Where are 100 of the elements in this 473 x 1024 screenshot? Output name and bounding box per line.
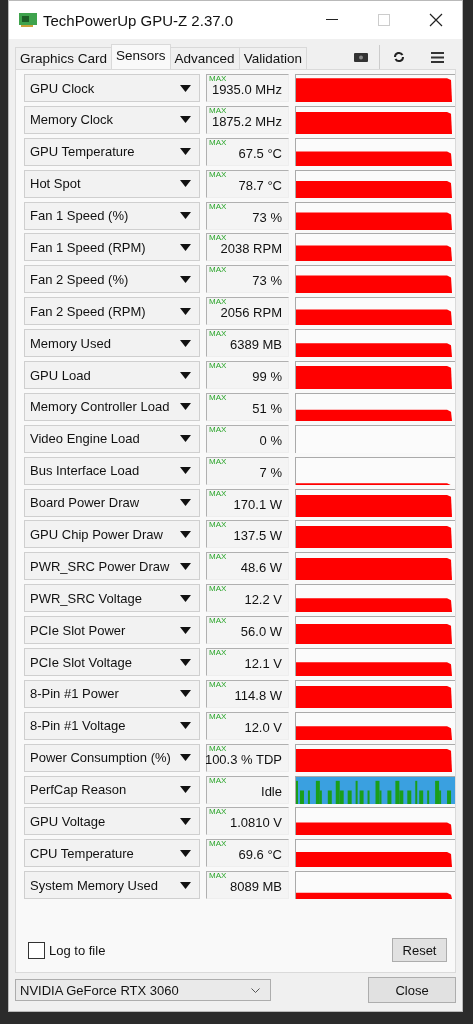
sensor-value: 12.2 V bbox=[244, 592, 282, 608]
sensor-value: 51 % bbox=[252, 400, 282, 416]
caret-icon bbox=[180, 818, 191, 825]
caret-icon bbox=[180, 467, 191, 475]
max-label: MAX bbox=[209, 362, 227, 370]
sensor-value: 48.6 W bbox=[240, 560, 282, 576]
sensor-dropdown[interactable]: PerfCap Reason bbox=[24, 775, 200, 804]
sensor-value: 1.0810 V bbox=[229, 815, 282, 831]
close-dialog-button[interactable]: Close bbox=[368, 977, 456, 1003]
max-label: MAX bbox=[209, 617, 227, 626]
gpu-select[interactable]: NVIDIA GeForce RTX 3060 bbox=[15, 979, 271, 1001]
sensor-dropdown[interactable]: PCIe Slot Voltage bbox=[24, 648, 200, 677]
max-label: MAX bbox=[209, 680, 227, 689]
camera-icon bbox=[353, 52, 368, 62]
caret-icon bbox=[180, 530, 191, 538]
sensor-dropdown[interactable]: Video Engine Load bbox=[24, 424, 200, 453]
sensor-value: 8089 MB bbox=[229, 879, 282, 895]
sensor-value: 78.7 °C bbox=[238, 177, 282, 193]
max-label: MAX bbox=[209, 393, 227, 402]
chevron-icon bbox=[251, 987, 260, 993]
max-label: MAX bbox=[209, 712, 227, 721]
sensor-dropdown[interactable]: Fan 2 Speed (%) bbox=[24, 265, 200, 294]
max-label: MAX bbox=[209, 138, 227, 147]
caret-icon bbox=[180, 499, 191, 507]
sensor-dropdown[interactable]: PCIe Slot Power bbox=[24, 616, 200, 645]
sensor-dropdown[interactable]: System Memory Used bbox=[24, 871, 200, 900]
caret-icon bbox=[180, 754, 191, 762]
sensor-dropdown[interactable]: Memory Used bbox=[24, 329, 200, 358]
sensor-value: 56.0 W bbox=[240, 624, 282, 640]
sensor-dropdown[interactable]: GPU Temperature bbox=[24, 137, 200, 166]
caret-icon bbox=[180, 658, 191, 666]
sensor-dropdown[interactable]: PWR_SRC Power Draw bbox=[24, 552, 200, 581]
max-label: MAX bbox=[209, 425, 227, 434]
sensor-dropdown[interactable]: GPU Load bbox=[24, 361, 200, 389]
log-checkbox[interactable]: Log to file bbox=[28, 941, 106, 959]
sensor-dropdown[interactable]: Hot Spot bbox=[24, 169, 200, 198]
sensor-value: 73 % bbox=[252, 273, 282, 289]
sensor-dropdown[interactable]: GPU Chip Power Draw bbox=[24, 520, 200, 549]
sensor-value: 73 % bbox=[252, 209, 282, 225]
sensor-value: 1935.0 MHz bbox=[211, 82, 282, 97]
max-label: MAX bbox=[209, 553, 227, 562]
sensor-dropdown[interactable]: GPU Clock bbox=[24, 74, 200, 102]
sensor-dropdown[interactable]: CPU Temperature bbox=[24, 839, 200, 868]
caret-icon bbox=[180, 786, 191, 794]
sensor-dropdown[interactable]: Fan 2 Speed (RPM) bbox=[24, 297, 200, 326]
sensor-dropdown[interactable]: Bus Interface Load bbox=[24, 456, 200, 485]
sensor-dropdown[interactable]: Board Power Draw bbox=[24, 488, 200, 517]
caret-icon bbox=[180, 626, 191, 634]
caret-icon bbox=[180, 722, 191, 730]
max-label: MAX bbox=[209, 266, 227, 275]
sensor-dropdown[interactable]: PWR_SRC Voltage bbox=[24, 584, 200, 613]
sensor-value: 67.5 °C bbox=[238, 145, 282, 161]
caret-icon bbox=[180, 84, 191, 92]
max-label: MAX bbox=[209, 808, 227, 817]
max-label: MAX bbox=[209, 489, 227, 498]
sensor-value: 12.1 V bbox=[244, 656, 282, 672]
max-label: MAX bbox=[209, 170, 227, 179]
max-label: MAX bbox=[209, 298, 227, 307]
close-icon bbox=[429, 13, 443, 27]
max-label: MAX bbox=[209, 234, 227, 243]
max-label: MAX bbox=[209, 457, 227, 466]
caret-icon bbox=[180, 243, 191, 251]
sensor-value: 1875.2 MHz bbox=[211, 113, 282, 129]
max-label: MAX bbox=[209, 75, 227, 83]
sensor-dropdown[interactable]: Memory Controller Load bbox=[24, 392, 200, 421]
caret-icon bbox=[180, 339, 191, 347]
tab[interactable]: Validation bbox=[238, 47, 307, 69]
minimize-icon bbox=[326, 19, 338, 21]
sensor-value: Idle bbox=[261, 783, 282, 799]
reset-button[interactable]: Reset bbox=[392, 938, 447, 962]
tab[interactable]: Graphics Card bbox=[15, 47, 113, 69]
sensor-dropdown[interactable]: Fan 1 Speed (%) bbox=[24, 201, 200, 230]
caret-icon bbox=[180, 116, 191, 124]
menu-icon bbox=[430, 51, 444, 63]
max-label: MAX bbox=[209, 521, 227, 530]
sensor-dropdown[interactable]: Fan 1 Speed (RPM) bbox=[24, 233, 200, 262]
max-label: MAX bbox=[209, 106, 227, 115]
sensor-dropdown[interactable]: Power Consumption (%) bbox=[24, 743, 200, 772]
max-label: MAX bbox=[209, 776, 227, 785]
sensor-value: 2056 RPM bbox=[220, 305, 282, 321]
refresh-icon bbox=[393, 51, 405, 63]
caret-icon bbox=[180, 562, 191, 570]
window-title: TechPowerUp GPU-Z 2.37.0 bbox=[43, 11, 235, 29]
caret-icon bbox=[180, 275, 191, 283]
sensor-dropdown[interactable]: Memory Clock bbox=[24, 105, 200, 134]
sensor-value: 99 % bbox=[252, 369, 282, 384]
caret-icon bbox=[180, 881, 191, 889]
caret-icon bbox=[180, 180, 191, 188]
sensor-value: 7 % bbox=[259, 464, 282, 480]
graphics-card-icon bbox=[19, 13, 37, 27]
sensor-value: 6389 MB bbox=[229, 337, 282, 353]
sensor-dropdown[interactable]: GPU Voltage bbox=[24, 807, 200, 836]
caret-icon bbox=[180, 435, 191, 443]
tab[interactable]: Sensors bbox=[111, 44, 171, 69]
caret-icon bbox=[180, 371, 191, 379]
max-label: MAX bbox=[209, 649, 227, 658]
sensor-dropdown[interactable]: 8-Pin #1 Voltage bbox=[24, 711, 200, 740]
sensor-value: 69.6 °C bbox=[238, 847, 282, 863]
sensor-dropdown[interactable]: 8-Pin #1 Power bbox=[24, 679, 200, 708]
maximize-icon bbox=[378, 14, 390, 26]
